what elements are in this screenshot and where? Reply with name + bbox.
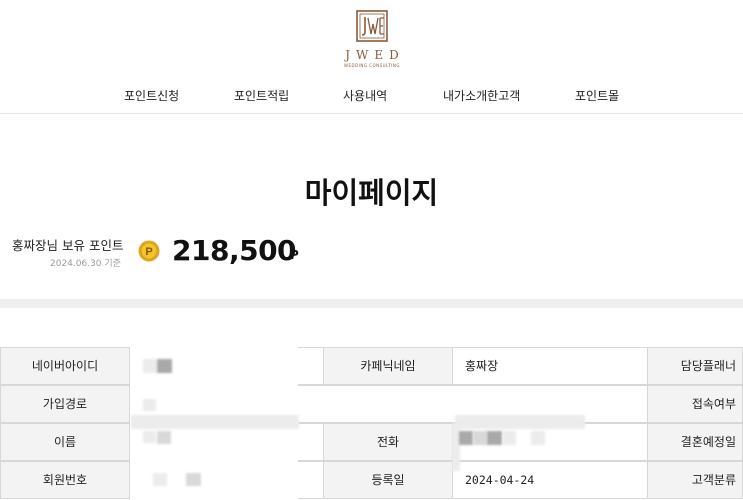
nav-point-earn[interactable]: 포인트적립 (234, 87, 289, 104)
nav-point-request[interactable]: 포인트신청 (124, 87, 179, 104)
label-cafe-nickname: 카페닉네임 (323, 347, 453, 385)
points-owner-label: 홍짜장님 보유 포인트 (12, 238, 124, 253)
redacted-naver-id (157, 359, 172, 373)
redacted-phone (531, 431, 545, 445)
redacted-phone (459, 431, 473, 445)
label-signup-path: 가입경로 (0, 385, 130, 423)
label-phone: 전화 (323, 423, 453, 461)
value-cafe-nickname: 홍짜장 (453, 347, 647, 385)
nav-referred-customers[interactable]: 내가소개한고객 (443, 87, 520, 104)
label-planner: 담당플래너 (647, 347, 743, 385)
jwed-monogram-icon (356, 10, 388, 42)
redacted-naver-id (143, 359, 157, 373)
section-divider (0, 299, 743, 308)
points-as-of-date: 2024.06.30 기준 (50, 259, 121, 269)
redacted-phone (503, 431, 516, 445)
redacted-member-number (186, 473, 201, 486)
redacted-phone (487, 431, 502, 445)
label-name: 이름 (0, 423, 130, 461)
label-wedding-date: 결혼예정일 (647, 423, 743, 461)
logo-subtitle: WEDDING CONSULTING (344, 63, 400, 68)
label-naver-id: 네이버아이디 (0, 347, 130, 385)
redacted-name (143, 431, 156, 443)
redaction-strip (131, 415, 299, 429)
value-registered-date: 2024-04-24 (453, 461, 647, 499)
redaction-strip (455, 415, 585, 429)
logo-wordmark: JWED (345, 48, 405, 62)
member-info-table: 네이버아이디 카페닉네임 홍짜장 담당플래너 가입경로 접속여부 이름 전화 결… (0, 347, 743, 500)
nav-usage-history[interactable]: 사용내역 (343, 87, 387, 104)
label-registered-date: 등록일 (323, 461, 453, 499)
jwed-logo[interactable]: JWED WEDDING CONSULTING (335, 10, 409, 68)
page-title: 마이페이지 (304, 176, 439, 210)
redacted-name (157, 431, 171, 444)
points-balance: 218,500 (172, 234, 297, 267)
label-customer-type: 고객분류 (647, 461, 743, 499)
main-nav: 포인트신청 포인트적립 사용내역 내가소개한고객 포인트몰 (0, 87, 743, 105)
label-member-number: 회원번호 (0, 461, 130, 499)
label-access-status: 접속여부 (647, 385, 743, 423)
redacted-phone (473, 431, 487, 445)
coin-letter: P (145, 246, 152, 258)
point-coin-icon: P (138, 240, 160, 262)
redacted-signup-path (143, 399, 156, 411)
redacted-member-number (153, 473, 167, 486)
nav-point-mall[interactable]: 포인트몰 (575, 87, 619, 104)
points-unit: P (290, 248, 299, 262)
site-header: JWED WEDDING CONSULTING 포인트신청 포인트적립 사용내역… (0, 0, 743, 114)
